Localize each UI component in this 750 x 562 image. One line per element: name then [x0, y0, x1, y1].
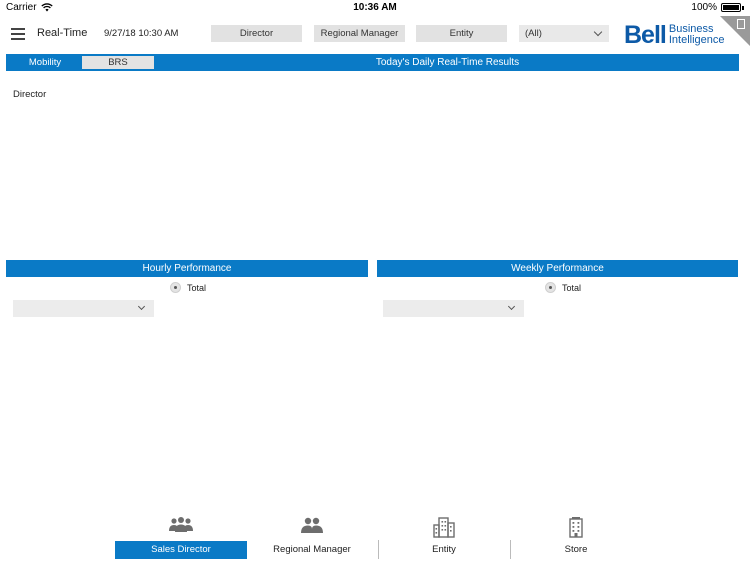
- weekly-dropdown[interactable]: [383, 300, 524, 317]
- building-icon: [433, 517, 455, 538]
- menu-icon[interactable]: [11, 28, 25, 40]
- weekly-total-label: Total: [562, 282, 582, 293]
- filter-value-label: (All): [525, 28, 542, 39]
- tab-mobility[interactable]: Mobility: [10, 56, 80, 69]
- regional-manager-filter-button[interactable]: Regional Manager: [314, 25, 405, 42]
- battery-percent: 100%: [691, 2, 717, 13]
- nav-label: Entity: [432, 544, 456, 555]
- chevron-down-icon: [507, 302, 516, 311]
- logo-wordmark: Bell: [624, 20, 667, 49]
- filter-value-select[interactable]: (All): [519, 25, 609, 42]
- hourly-total-label: Total: [187, 282, 207, 293]
- results-header-bar: Mobility BRS Today's Daily Real-Time Res…: [6, 54, 739, 71]
- results-title: Today's Daily Real-Time Results: [375, 57, 520, 68]
- entity-filter-button[interactable]: Entity: [416, 25, 507, 42]
- nav-label: Sales Director: [115, 541, 247, 559]
- status-right: 100%: [691, 2, 744, 13]
- logo-subtitle: Business Intelligence: [668, 23, 725, 46]
- bottom-tab-bar: Sales Director Regional Manager Entity S…: [0, 512, 750, 562]
- battery-icon: [721, 3, 741, 12]
- weekly-total-radio-row[interactable]: Total: [545, 282, 581, 293]
- hourly-total-radio[interactable]: [170, 282, 181, 293]
- hourly-dropdown[interactable]: [13, 300, 154, 317]
- weekly-performance-header: Weekly Performance: [377, 260, 738, 277]
- hourly-performance-header: Hourly Performance: [6, 260, 368, 277]
- nav-label: Regional Manager: [273, 544, 351, 555]
- weekly-total-radio[interactable]: [545, 282, 556, 293]
- nav-store[interactable]: Store: [510, 512, 642, 560]
- bell-logo: Bell Business Intelligence: [624, 21, 725, 49]
- group-icon: [169, 517, 193, 532]
- nav-label: Store: [564, 544, 588, 555]
- timestamp: 9/27/18 10:30 AM: [104, 28, 179, 39]
- people-icon: [301, 517, 323, 533]
- director-label: Director: [13, 89, 47, 100]
- page-title: Real-Time: [37, 27, 88, 39]
- top-toolbar: Real-Time 9/27/18 10:30 AM Director Regi…: [0, 16, 750, 52]
- chevron-down-icon: [593, 27, 603, 37]
- page-corner-flag[interactable]: [720, 16, 750, 46]
- nav-entity[interactable]: Entity: [378, 512, 510, 560]
- status-time: 10:36 AM: [353, 2, 397, 13]
- store-building-icon: [569, 517, 583, 538]
- chevron-down-icon: [137, 302, 146, 311]
- tab-brs[interactable]: BRS: [82, 56, 154, 69]
- nav-regional-manager[interactable]: Regional Manager: [246, 512, 378, 560]
- document-icon: [737, 19, 745, 29]
- nav-sales-director[interactable]: Sales Director: [115, 512, 247, 560]
- director-filter-button[interactable]: Director: [211, 25, 302, 42]
- status-bar: Carrier 10:36 AM 100%: [0, 0, 750, 16]
- hourly-total-radio-row[interactable]: Total: [170, 282, 206, 293]
